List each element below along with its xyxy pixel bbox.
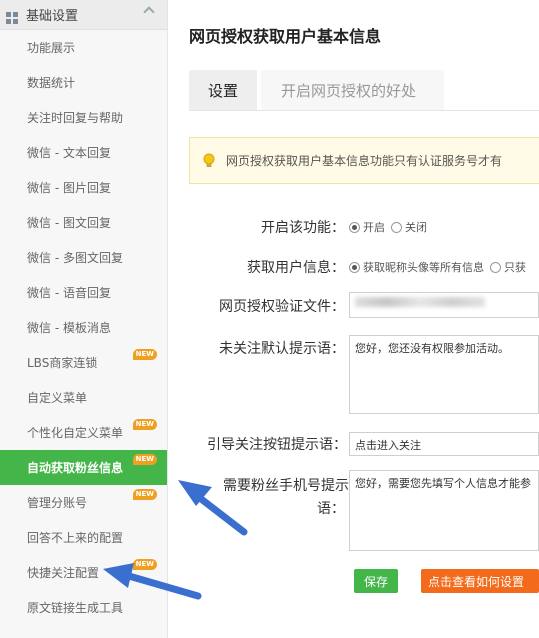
sidebar-section-title: 基础设置 <box>26 9 79 24</box>
sidebar-section-header[interactable]: 基础设置 <box>0 0 167 30</box>
unfollow-tip-label: 未关注默认提示语： <box>219 341 345 357</box>
save-button[interactable]: 保存 <box>354 569 398 593</box>
sidebar-item-link-generator[interactable]: 原文链接生成工具 <box>0 590 167 625</box>
phone-tip-label-line1: 需要粉丝手机号提示 <box>223 478 349 494</box>
sidebar-item-custom-menu[interactable]: 自定义菜单 <box>0 380 167 415</box>
guide-button-input[interactable]: 点击进入关注 <box>349 432 539 456</box>
sidebar-item-quick-follow[interactable]: 快捷关注配置 NEW <box>0 555 167 590</box>
sidebar-item-unanswerable-config[interactable]: 回答不上来的配置 <box>0 520 167 555</box>
phone-tip-textarea[interactable]: 您好，需要您先填写个人信息才能参 <box>349 470 539 551</box>
page-title: 网页授权获取用户基本信息 <box>189 27 382 46</box>
sidebar-item-lbs-chain[interactable]: LBS商家连锁 NEW <box>0 345 167 380</box>
radio-off[interactable] <box>391 221 402 233</box>
new-badge: NEW <box>132 559 157 570</box>
tab-benefits[interactable]: 开启网页授权的好处 <box>261 70 445 110</box>
sidebar-item-multi-article-reply[interactable]: 微信 - 多图文回复 <box>0 240 167 275</box>
sidebar-item-text-reply[interactable]: 微信 - 文本回复 <box>0 135 167 170</box>
notice-text: 网页授权获取用户基本信息功能只有认证服务号才有 <box>226 154 503 168</box>
radio-all-info[interactable] <box>349 261 360 273</box>
tab-bar: 设置 开启网页授权的好处 <box>189 70 445 110</box>
tab-settings[interactable]: 设置 <box>189 70 258 110</box>
userinfo-label: 获取用户信息： <box>247 260 345 276</box>
sidebar-item-feature-display[interactable]: 功能展示 <box>0 30 167 65</box>
userinfo-all-option[interactable]: 获取昵称头像等所有信息 <box>349 259 484 275</box>
sidebar: 基础设置 功能展示 数据统计 关注时回复与帮助 微信 - 文本回复 微信 - 图… <box>0 0 168 638</box>
radio-on[interactable] <box>349 221 360 233</box>
userinfo-radio-group: 获取昵称头像等所有信息 只获 <box>349 259 532 275</box>
new-badge: NEW <box>132 454 157 465</box>
verify-file-label: 网页授权验证文件： <box>219 299 345 315</box>
enable-on-option[interactable]: 开启 <box>349 219 385 235</box>
sidebar-item-image-reply[interactable]: 微信 - 图片回复 <box>0 170 167 205</box>
sidebar-item-personalized-menu[interactable]: 个性化自定义菜单 NEW <box>0 415 167 450</box>
new-badge: NEW <box>132 419 157 430</box>
sidebar-item-sub-accounts[interactable]: 管理分账号 NEW <box>0 485 167 520</box>
how-to-setup-button[interactable]: 点击查看如何设置 <box>421 569 539 593</box>
phone-tip-label-line2: 语： <box>317 501 345 517</box>
chevron-up-icon[interactable] <box>143 6 155 18</box>
enable-radio-group: 开启 关闭 <box>349 219 433 235</box>
sidebar-item-data-stats[interactable]: 数据统计 <box>0 65 167 100</box>
notice-banner: 网页授权获取用户基本信息功能只有认证服务号才有 <box>189 137 539 184</box>
guide-button-label: 引导关注按钮提示语： <box>207 437 347 453</box>
redacted-value <box>355 297 485 307</box>
sidebar-item-auto-fan-info[interactable]: 自动获取粉丝信息 NEW <box>0 450 167 485</box>
sidebar-item-voice-reply[interactable]: 微信 - 语音回复 <box>0 275 167 310</box>
enable-off-option[interactable]: 关闭 <box>391 219 427 235</box>
sidebar-item-follow-reply[interactable]: 关注时回复与帮助 <box>0 100 167 135</box>
unfollow-tip-textarea[interactable]: 您好，您还没有权限参加活动。 <box>349 335 539 414</box>
new-badge: NEW <box>132 349 157 360</box>
radio-only-info[interactable] <box>490 261 501 273</box>
tab-divider <box>189 110 539 111</box>
lightbulb-icon <box>203 153 215 167</box>
new-badge: NEW <box>132 489 157 500</box>
sidebar-menu: 功能展示 数据统计 关注时回复与帮助 微信 - 文本回复 微信 - 图片回复 微… <box>0 30 167 625</box>
verify-file-input[interactable] <box>349 292 539 318</box>
userinfo-only-option[interactable]: 只获 <box>490 259 526 275</box>
sidebar-item-template-message[interactable]: 微信 - 模板消息 <box>0 310 167 345</box>
sidebar-item-article-reply[interactable]: 微信 - 图文回复 <box>0 205 167 240</box>
main-panel: 网页授权获取用户基本信息 设置 开启网页授权的好处 网页授权获取用户基本信息功能… <box>169 0 539 638</box>
enable-label: 开启该功能： <box>261 220 345 236</box>
grid-icon <box>6 9 18 24</box>
